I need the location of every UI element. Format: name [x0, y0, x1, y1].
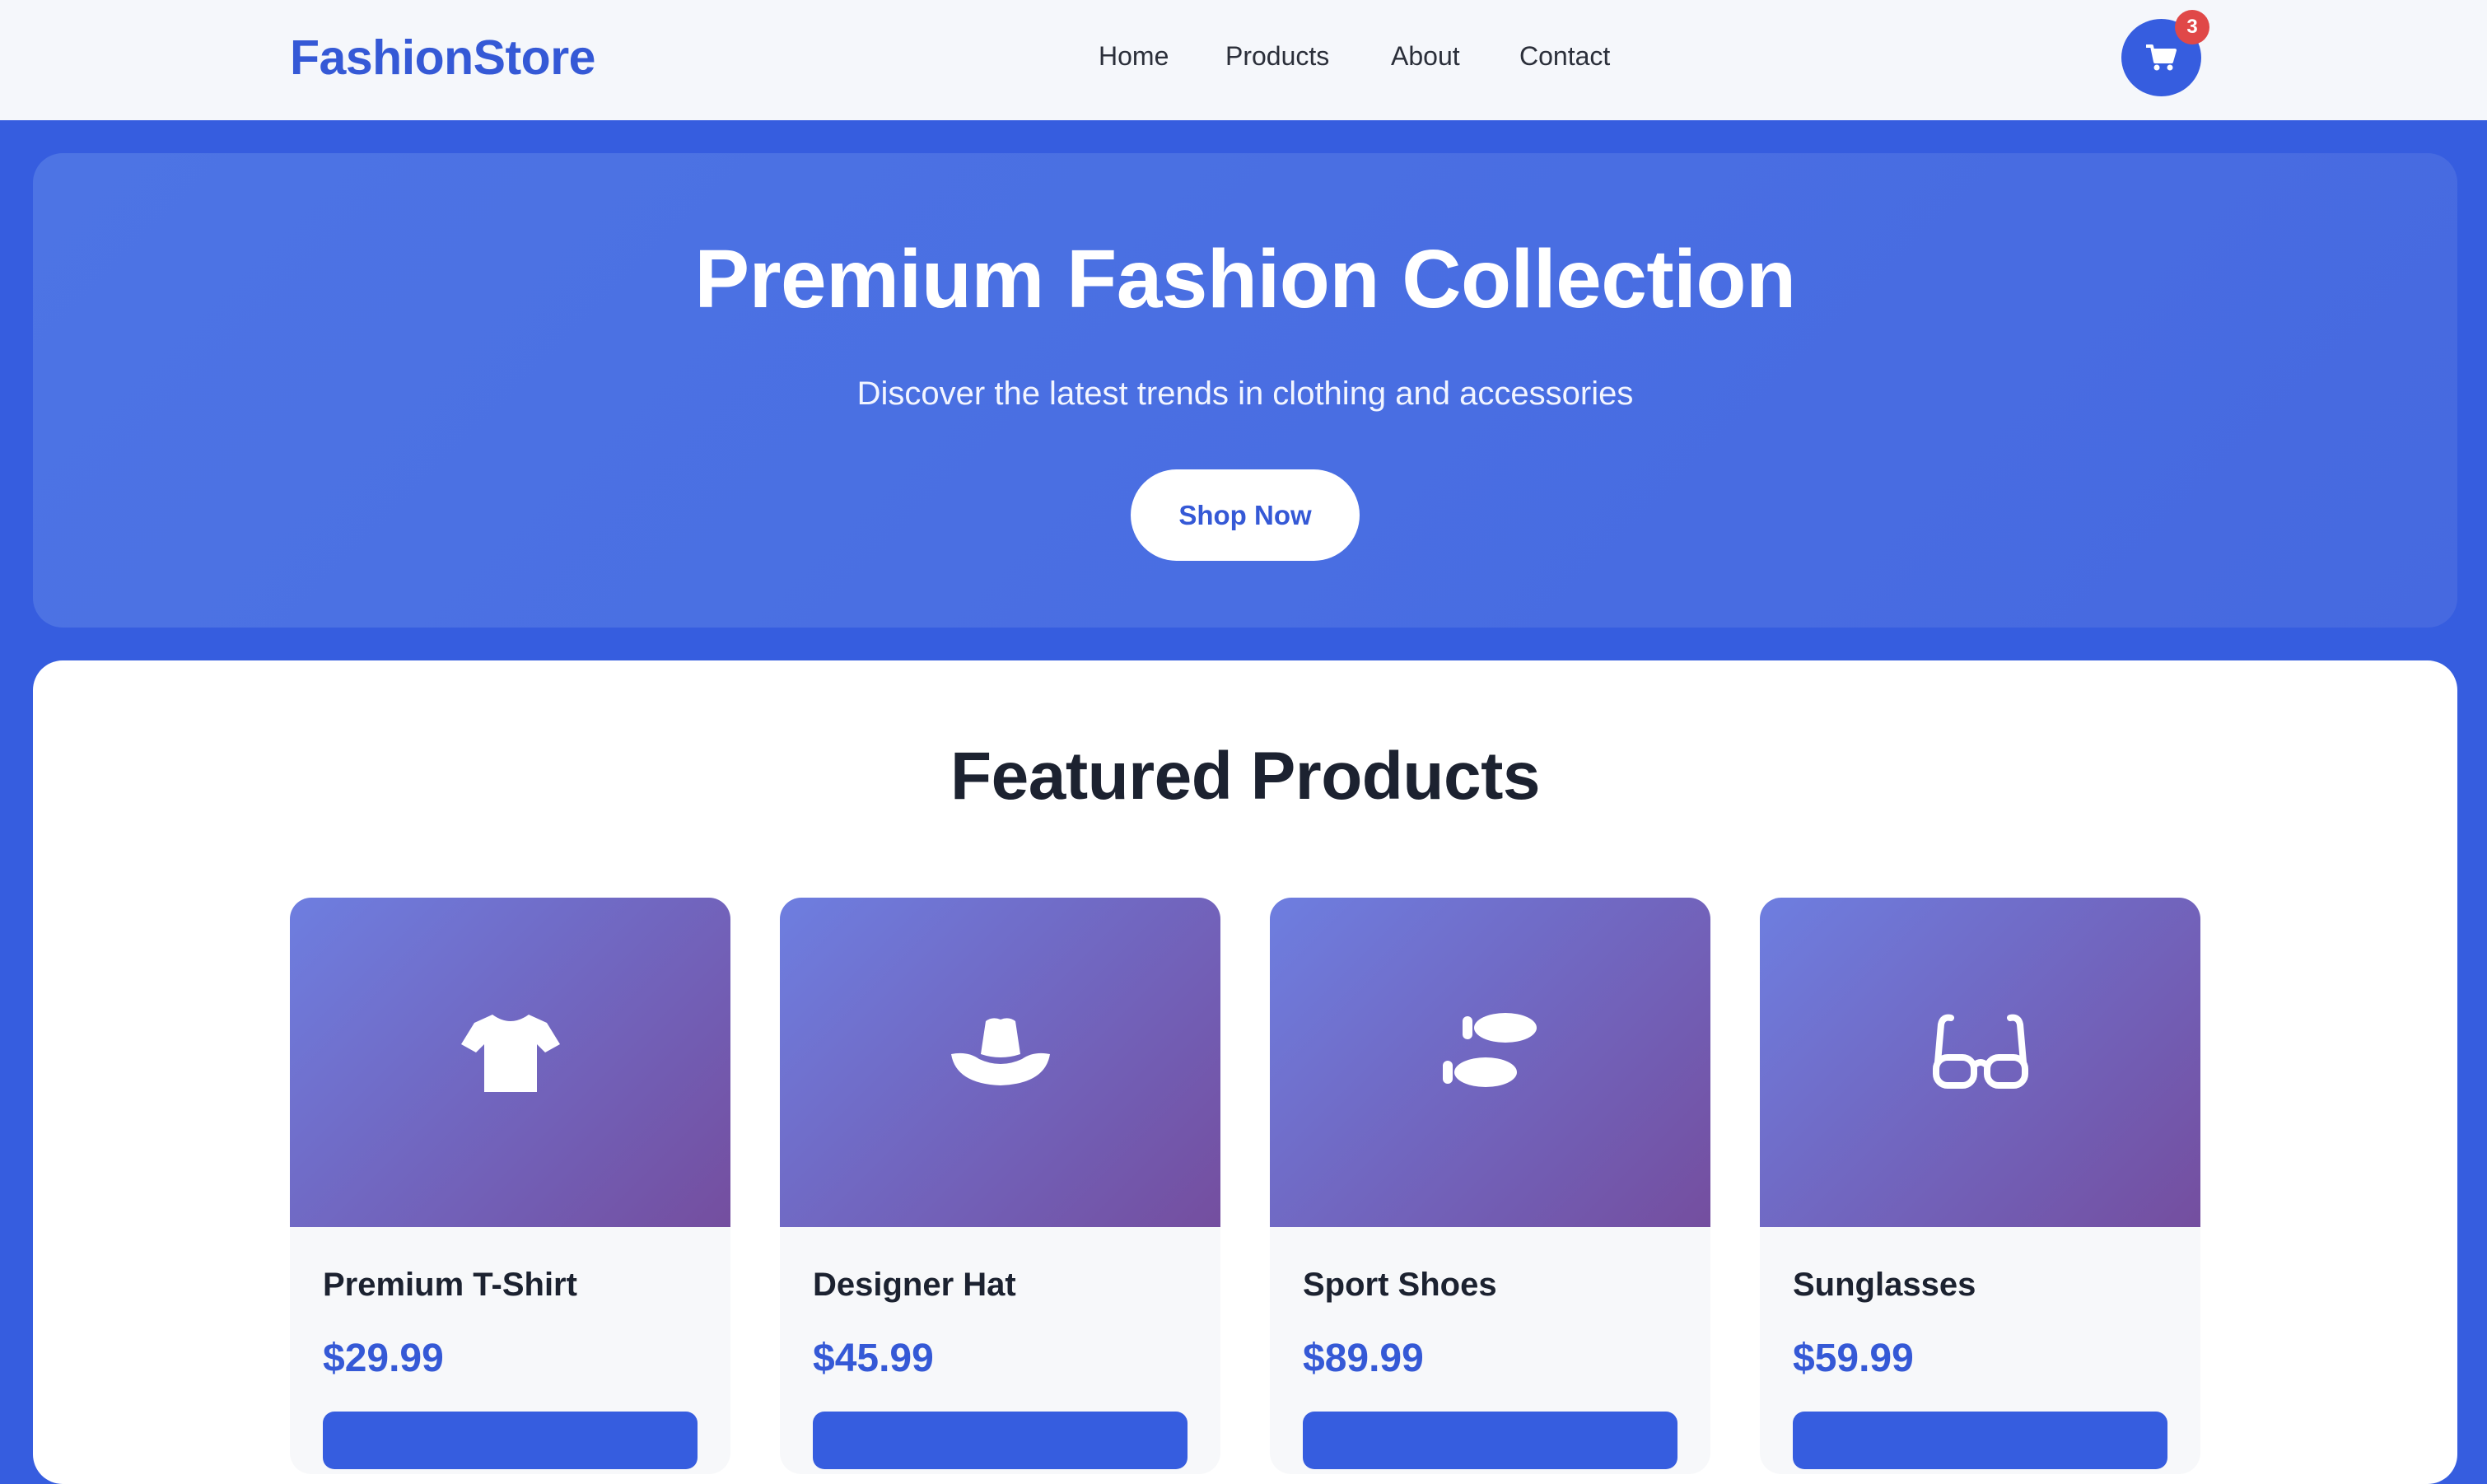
- product-price: $29.99: [323, 1337, 444, 1380]
- hat-icon: [951, 1018, 1050, 1085]
- nav-home[interactable]: Home: [1099, 41, 1169, 72]
- product-price: $45.99: [813, 1337, 934, 1380]
- product-name: Premium T-Shirt: [323, 1267, 577, 1303]
- hero-banner: Premium Fashion Collection Discover the …: [33, 153, 2457, 628]
- add-to-cart-button[interactable]: [323, 1412, 698, 1469]
- product-card[interactable]: Sunglasses $59.99: [1760, 898, 2200, 1474]
- product-card[interactable]: Designer Hat $45.99: [780, 898, 1220, 1474]
- product-card[interactable]: Sport Shoes $89.99: [1270, 898, 1710, 1474]
- product-name: Sunglasses: [1793, 1267, 1976, 1303]
- product-name: Designer Hat: [813, 1267, 1016, 1303]
- tshirt-icon: [461, 1015, 560, 1092]
- product-image: [290, 898, 730, 1227]
- product-price: $59.99: [1793, 1337, 1914, 1380]
- add-to-cart-button[interactable]: [1303, 1412, 1677, 1469]
- product-name: Sport Shoes: [1303, 1267, 1497, 1303]
- site-header: FashionStore Home Products About Contact…: [0, 0, 2487, 120]
- add-to-cart-button[interactable]: [813, 1412, 1188, 1469]
- shop-now-button[interactable]: Shop Now: [1131, 469, 1360, 561]
- nav-products[interactable]: Products: [1225, 41, 1329, 72]
- featured-title: Featured Products: [950, 739, 1540, 814]
- product-card[interactable]: Premium T-Shirt $29.99: [290, 898, 730, 1474]
- main-nav: Home Products About Contact: [0, 41, 2487, 74]
- shoe-prints-icon: [1443, 1013, 1537, 1087]
- nav-contact[interactable]: Contact: [1519, 41, 1610, 72]
- cart-count-badge: 3: [2175, 10, 2209, 44]
- product-image: [1760, 898, 2200, 1227]
- product-price: $89.99: [1303, 1337, 1424, 1380]
- add-to-cart-button[interactable]: [1793, 1412, 2167, 1469]
- hero-title: Premium Fashion Collection: [694, 233, 1796, 325]
- featured-products-section: Featured Products Premium T-Shirt $29.99…: [33, 660, 2457, 1484]
- product-image: [780, 898, 1220, 1227]
- nav-about[interactable]: About: [1391, 41, 1460, 72]
- product-image: [1270, 898, 1710, 1227]
- cart-icon: [2146, 44, 2177, 71]
- hero-subtitle: Discover the latest trends in clothing a…: [856, 376, 1634, 412]
- glasses-icon: [1933, 1014, 2028, 1089]
